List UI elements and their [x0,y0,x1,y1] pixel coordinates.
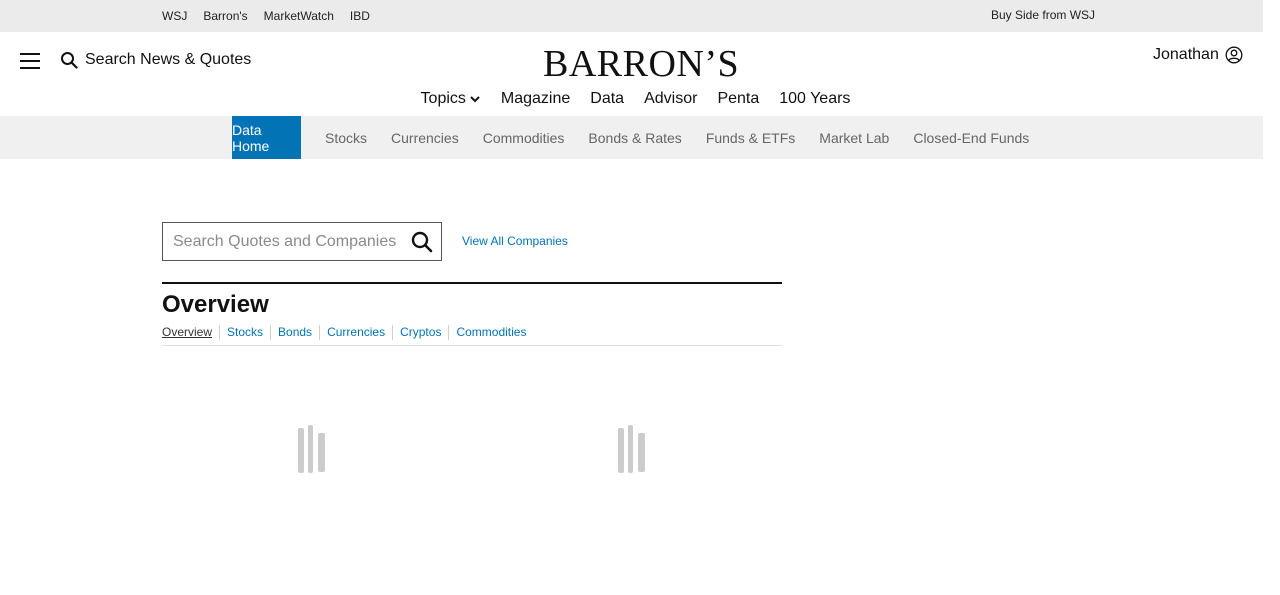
tab-commodities[interactable]: Commodities [448,325,533,340]
subnav-item-data-home[interactable]: Data Home [232,116,301,159]
chevron-down-icon [470,96,480,103]
tab-stocks[interactable]: Stocks [219,325,270,340]
nav-item-topics-label: Topics [420,90,466,107]
brand-link-marketwatch[interactable]: MarketWatch [264,9,334,23]
loading-icon [617,425,647,475]
subnav-item-commodities[interactable]: Commodities [471,116,577,159]
subnav-item-funds-etfs[interactable]: Funds & ETFs [694,116,807,159]
subnav-item-currencies[interactable]: Currencies [379,116,471,159]
view-all-companies-link[interactable]: View All Companies [462,234,568,248]
subnav-item-market-lab[interactable]: Market Lab [807,116,901,159]
nav-item-data[interactable]: Data [590,88,624,110]
tab-bonds[interactable]: Bonds [270,325,319,340]
search-news-quotes-button[interactable]: Search News & Quotes [60,51,251,69]
nav-item-100-years[interactable]: 100 Years [779,88,850,110]
brand-links: WSJ Barron's MarketWatch IBD [162,0,370,32]
tab-cryptos[interactable]: Cryptos [392,325,448,340]
top-utility-bar: WSJ Barron's MarketWatch IBD Buy Side fr… [0,0,1263,32]
nav-item-penta[interactable]: Penta [717,88,759,110]
quote-search-input[interactable] [163,223,405,260]
nav-item-advisor[interactable]: Advisor [644,88,697,110]
main-nav: Topics Magazine Data Advisor Penta 100 Y… [0,88,1263,112]
subnav-item-stocks[interactable]: Stocks [313,116,379,159]
user-name: Jonathan [1153,46,1219,63]
subnav-item-closed-end-funds[interactable]: Closed-End Funds [901,116,1041,159]
subnav-item-bonds-rates[interactable]: Bonds & Rates [576,116,693,159]
nav-item-magazine[interactable]: Magazine [501,88,570,110]
hamburger-icon[interactable] [20,52,40,70]
buy-side-link[interactable]: Buy Side from WSJ [991,8,1095,22]
search-icon [61,52,78,69]
overview-section: Overview Overview Stocks Bonds Currencie… [162,282,782,346]
user-menu[interactable]: Jonathan [1153,46,1243,64]
user-icon [1225,46,1243,64]
nav-item-topics[interactable]: Topics [421,88,481,110]
quote-search-box [162,222,442,261]
overview-tabs: Overview Stocks Bonds Currencies Cryptos… [162,325,782,346]
brand-link-barrons[interactable]: Barron's [203,9,247,23]
site-header: Search News & Quotes BARRON’S Jonathan T… [0,32,1263,116]
brand-link-wsj[interactable]: WSJ [162,9,187,23]
tab-overview[interactable]: Overview [162,325,219,340]
tab-currencies[interactable]: Currencies [319,325,392,340]
brand-link-ibd[interactable]: IBD [350,9,370,23]
search-news-quotes-label: Search News & Quotes [85,51,252,68]
data-subnav: Data Home Stocks Currencies Commodities … [0,116,1263,159]
barrons-logo[interactable]: BARRON’S [543,44,739,84]
search-icon[interactable] [411,231,433,253]
overview-title: Overview [162,291,269,318]
loading-icon [297,425,327,475]
